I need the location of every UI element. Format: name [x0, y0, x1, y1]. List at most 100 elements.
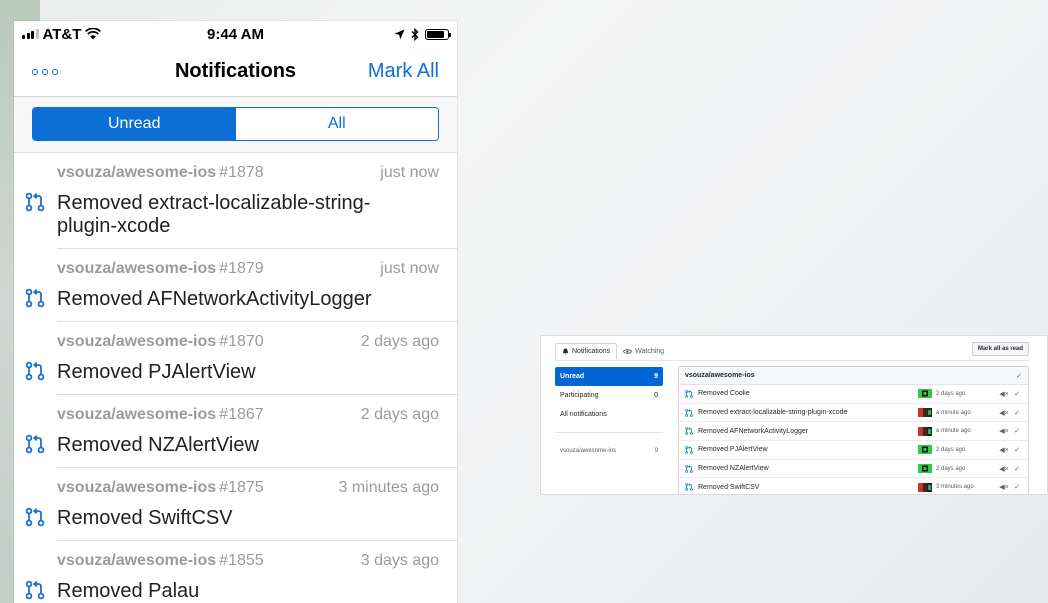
pull-request-icon — [25, 580, 45, 600]
mark-read-icon[interactable]: ✓ — [1012, 483, 1022, 491]
desktop-notifications-panel: Notifications Watching Mark all as read … — [540, 335, 1048, 495]
carrier-label: AT&T — [42, 25, 82, 43]
notification-meta: vsouza/awesome-ios #1870 2 days ago — [57, 332, 439, 352]
avatar — [918, 445, 932, 455]
table-row[interactable]: Removed SwiftCSV 3 minutes ago ◀× ✓ — [679, 478, 1028, 494]
sidebar-item-all-notifications[interactable]: All notifications — [555, 405, 663, 424]
desktop-item-title[interactable]: Removed PJAlertView — [698, 446, 918, 453]
desktop-item-title[interactable]: Removed NZAlertView — [698, 465, 918, 472]
tab-watching-label: Watching — [635, 348, 665, 355]
mark-read-icon[interactable]: ✓ — [1012, 446, 1022, 454]
sidebar-item-count: 0 — [654, 392, 658, 399]
notification-time: 2 days ago — [360, 333, 439, 350]
mark-read-icon[interactable]: ✓ — [1012, 465, 1022, 473]
notification-title-line-1: Removed AFNetworkActivityLogger — [57, 288, 372, 310]
bluetooth-icon — [411, 27, 419, 41]
notification-title: Removed extract-localizable-string-plugi… — [25, 192, 439, 238]
notification-number: #1855 — [219, 552, 264, 569]
notification-title: Removed Palau — [25, 580, 439, 603]
mute-icon[interactable]: ◀× — [996, 409, 1012, 417]
mark-read-icon[interactable]: ✓ — [1012, 427, 1022, 435]
desktop-item-time: 2 days ago — [936, 465, 966, 472]
notification-repo: vsouza/awesome-ios — [57, 552, 217, 569]
filter-area: Unread All — [14, 97, 457, 153]
tab-watching[interactable]: Watching — [617, 343, 670, 360]
sidebar-item-participating[interactable]: Participating 0 — [555, 386, 663, 405]
pull-request-icon — [685, 464, 693, 473]
table-row[interactable]: Removed NZAlertView 2 days ago ◀× ✓ — [679, 460, 1028, 479]
table-row[interactable]: Removed Coolie 2 days ago ◀× ✓ — [679, 385, 1028, 404]
notification-list: vsouza/awesome-ios #1878 just now Remove… — [14, 153, 457, 603]
table-row[interactable]: Removed AFNetworkActivityLogger a minute… — [679, 422, 1028, 442]
list-item[interactable]: vsouza/awesome-ios #1875 3 minutes ago R… — [14, 468, 457, 541]
list-item[interactable]: vsouza/awesome-ios #1867 2 days ago Remo… — [14, 395, 457, 468]
notification-time: 3 days ago — [360, 552, 439, 569]
status-bar-right — [394, 27, 451, 41]
ellipsis-icon[interactable] — [32, 68, 58, 75]
mute-icon[interactable]: ◀× — [996, 427, 1012, 435]
segment-all[interactable]: All — [235, 108, 438, 140]
wifi-icon — [85, 28, 102, 40]
tab-notifications[interactable]: Notifications — [555, 343, 618, 360]
desktop-item-time: a minute ago — [936, 428, 971, 435]
mute-icon[interactable]: ◀× — [996, 483, 1012, 491]
table-row[interactable]: Removed PJAlertView 2 days ago ◀× ✓ — [679, 441, 1028, 460]
notification-title: Removed NZAlertView — [25, 434, 439, 457]
avatar — [918, 389, 932, 399]
desktop-item-title[interactable]: Removed Coolie — [698, 390, 918, 397]
notification-title-text: Removed SwiftCSV — [57, 507, 233, 530]
notification-title-line-1: Removed Palau — [57, 580, 200, 602]
pull-request-icon — [685, 483, 693, 492]
nav-bar: Notifications Mark All — [14, 47, 457, 97]
notification-time: just now — [380, 164, 439, 181]
notification-title: Removed SwiftCSV — [25, 507, 439, 530]
mark-read-icon[interactable]: ✓ — [1012, 390, 1022, 398]
status-bar-left: AT&T — [22, 25, 102, 43]
mark-read-icon[interactable]: ✓ — [1012, 409, 1022, 417]
notification-repo: vsouza/awesome-ios — [57, 260, 217, 277]
mark-repo-read-icon[interactable]: ✓ — [1016, 372, 1022, 380]
desktop-notification-list: vsouza/awesome-ios ✓ Removed Coolie 2 da… — [678, 366, 1029, 494]
notification-number: #1867 — [219, 406, 264, 423]
desktop-list-header: vsouza/awesome-ios ✓ — [679, 367, 1028, 385]
desktop-sidebar: Unread 9 Participating 0 All notificatio… — [555, 367, 663, 460]
pull-request-icon — [25, 288, 45, 308]
table-row[interactable]: Removed extract-localizable-string-plugi… — [679, 404, 1028, 423]
avatar — [918, 408, 932, 418]
notification-title-text: Removed extract-localizable-string-plugi… — [57, 192, 370, 238]
list-item[interactable]: vsouza/awesome-ios #1855 3 days ago Remo… — [14, 541, 457, 603]
bell-icon — [562, 348, 569, 355]
list-item[interactable]: vsouza/awesome-ios #1878 just now Remove… — [14, 153, 457, 249]
mute-icon[interactable]: ◀× — [996, 465, 1012, 473]
desktop-tabs: Notifications Watching — [555, 343, 670, 360]
list-item[interactable]: vsouza/awesome-ios #1870 2 days ago Remo… — [14, 322, 457, 395]
notification-title-line-1: Removed PJAlertView — [57, 361, 256, 383]
tab-underline — [555, 360, 1029, 361]
notification-time: 2 days ago — [360, 406, 439, 423]
mark-all-as-read-button[interactable]: Mark all as read — [971, 342, 1029, 356]
notification-repo: vsouza/awesome-ios — [57, 406, 217, 423]
notification-meta: vsouza/awesome-ios #1878 just now — [57, 163, 439, 183]
sidebar-item-repo[interactable]: vsouza/awesome-ios 9 — [555, 441, 663, 460]
mute-icon[interactable]: ◀× — [996, 390, 1012, 398]
sidebar-item-label: Participating — [560, 392, 599, 399]
mute-icon[interactable]: ◀× — [996, 446, 1012, 454]
signal-icon — [22, 29, 39, 39]
desktop-item-title[interactable]: Removed AFNetworkActivityLogger — [698, 428, 918, 435]
desktop-item-title[interactable]: Removed extract-localizable-string-plugi… — [698, 409, 918, 416]
mark-all-button[interactable]: Mark All — [368, 60, 439, 83]
sidebar-item-count: 9 — [654, 447, 658, 454]
sidebar-divider — [555, 432, 663, 433]
iphone-screen: AT&T 9:44 AM Notifications Mark All Unre… — [14, 21, 457, 603]
pull-request-icon — [685, 408, 693, 417]
desktop-item-time: 2 days ago — [936, 446, 966, 453]
avatar — [918, 464, 932, 474]
notification-title-line-2: plugin-xcode — [57, 215, 171, 237]
sidebar-item-unread[interactable]: Unread 9 — [555, 367, 663, 386]
sidebar-item-count: 9 — [654, 373, 658, 380]
list-item[interactable]: vsouza/awesome-ios #1879 just now Remove… — [14, 249, 457, 322]
desktop-item-title[interactable]: Removed SwiftCSV — [698, 484, 918, 491]
segment-unread[interactable]: Unread — [33, 108, 236, 140]
notification-meta: vsouza/awesome-ios #1855 3 days ago — [57, 551, 439, 571]
battery-icon — [425, 28, 451, 40]
